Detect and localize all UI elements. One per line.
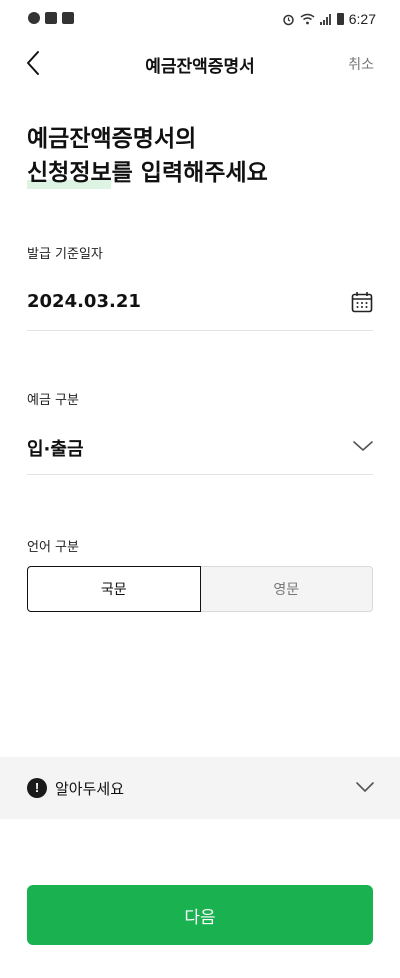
issue-date-label: 발급 기준일자: [27, 247, 103, 262]
language-option-english[interactable]: 영문: [200, 566, 373, 612]
deposit-type-value: 입·출금: [27, 439, 84, 460]
deposit-type-select[interactable]: 입·출금: [27, 425, 373, 475]
battery-icon: [336, 13, 344, 25]
chevron-down-icon: [353, 441, 373, 451]
status-right-icons: 6:27: [282, 11, 376, 27]
minus-circle-icon: [28, 12, 40, 24]
wifi-icon: [300, 13, 315, 25]
language-toggle: 국문 영문: [27, 566, 373, 612]
chevron-down-icon: [356, 782, 374, 792]
next-button[interactable]: 다음: [27, 885, 373, 945]
language-label: 언어 구분: [27, 540, 79, 555]
status-left-icons: [28, 12, 74, 24]
headline-line-2-wrap: 신청정보를 입력해주세요: [27, 156, 377, 190]
headline-line-2: 신청정보를 입력해주세요: [27, 160, 268, 186]
exclamation-icon: !: [27, 778, 47, 798]
language-option-korean[interactable]: 국문: [27, 566, 201, 612]
status-bar: 6:27: [0, 0, 400, 40]
notice-accordion[interactable]: ! 알아두세요: [0, 757, 400, 819]
headline-line-1: 예금잔액증명서의: [27, 126, 197, 152]
status-time: 6:27: [348, 11, 376, 27]
signal-icon: [319, 13, 332, 25]
issue-date-field[interactable]: 2024.03.21: [27, 281, 373, 331]
form-headline: 예금잔액증명서의 신청정보를 입력해주세요: [27, 122, 377, 190]
app-header: 예금잔액증명서 취소: [0, 40, 400, 86]
notice-label: 알아두세요: [55, 780, 125, 798]
flipboard-icon: [62, 12, 74, 24]
image-icon: [45, 12, 57, 24]
issue-date-value: 2024.03.21: [27, 291, 141, 312]
cancel-button[interactable]: 취소: [348, 54, 374, 74]
alarm-icon: [283, 14, 294, 25]
page-title: 예금잔액증명서: [145, 57, 255, 77]
deposit-type-label: 예금 구분: [27, 393, 79, 408]
calendar-icon[interactable]: [351, 291, 373, 313]
